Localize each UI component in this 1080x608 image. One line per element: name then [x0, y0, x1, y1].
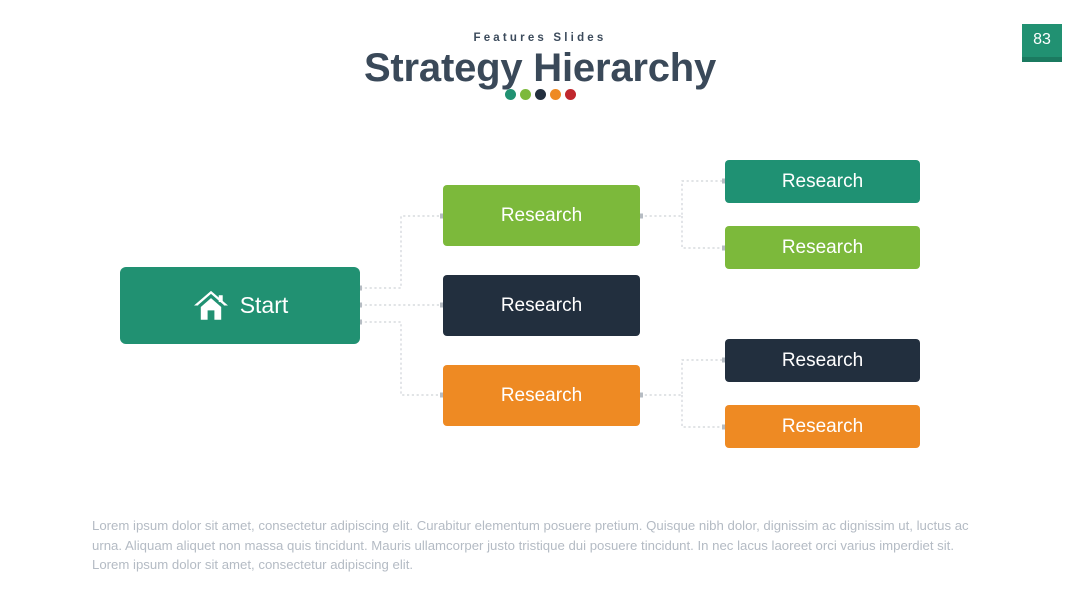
body-paragraph: Lorem ipsum dolor sit amet, consectetur … — [92, 518, 969, 573]
slide-canvas: Features Slides Strategy Hierarchy 83 St… — [0, 0, 1080, 608]
node-start-label: Start — [239, 292, 289, 318]
node-level2-2-label: Research — [500, 294, 583, 316]
node-level2-3-label: Research — [500, 384, 583, 406]
node-level3-1[interactable]: Research — [725, 160, 920, 203]
node-level3-3[interactable]: Research — [725, 339, 920, 382]
node-level2-2[interactable]: Research — [443, 275, 640, 336]
node-level2-3[interactable]: Research — [443, 365, 640, 426]
node-level3-4[interactable]: Research — [725, 405, 920, 448]
node-level3-2[interactable]: Research — [725, 226, 920, 269]
node-level2-1-label: Research — [500, 204, 583, 226]
node-level3-1-label: Research — [781, 170, 864, 192]
node-level3-3-label: Research — [781, 349, 864, 371]
home-icon — [193, 290, 228, 320]
node-start[interactable]: Start — [120, 267, 360, 344]
node-level3-2-label: Research — [781, 236, 864, 258]
node-level2-1[interactable]: Research — [443, 185, 640, 246]
node-level3-4-label: Research — [781, 415, 864, 437]
